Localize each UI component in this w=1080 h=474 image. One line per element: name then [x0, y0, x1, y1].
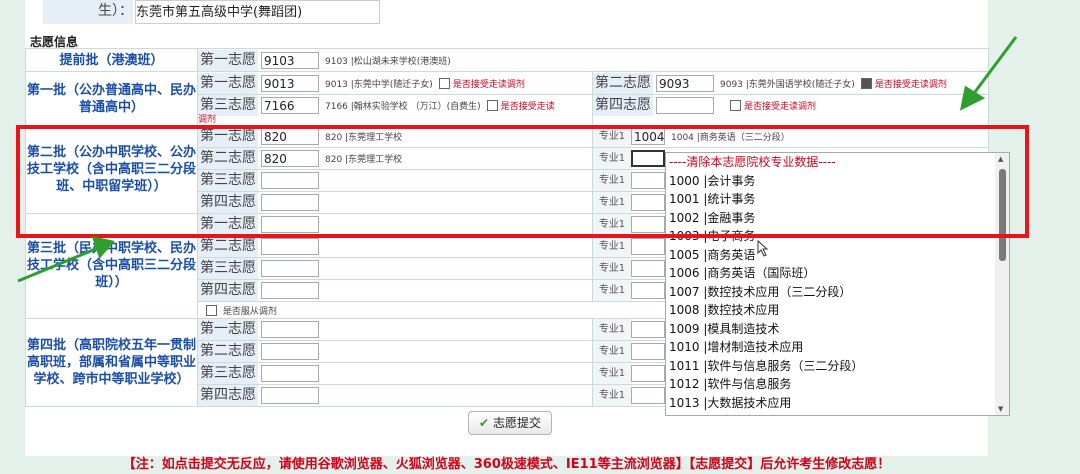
arrow-bottom-left [17, 246, 99, 283]
arrow-top-right [970, 36, 1018, 97]
mouse-cursor-icon [757, 239, 769, 257]
annotation-arrows [17, 36, 1018, 283]
submit-label: 志愿提交 [492, 416, 541, 430]
arrow-bottom-left-head [91, 235, 115, 259]
footer-note: 【注：如点击提交无反应，请使用谷歌浏览器、火狐浏览器、360极速模式、IE11等… [25, 456, 988, 472]
submit-button[interactable]: ✔ 志愿提交 [468, 411, 552, 435]
checkmark-icon: ✔ [479, 416, 490, 430]
arrow-top-right-head [959, 85, 986, 111]
